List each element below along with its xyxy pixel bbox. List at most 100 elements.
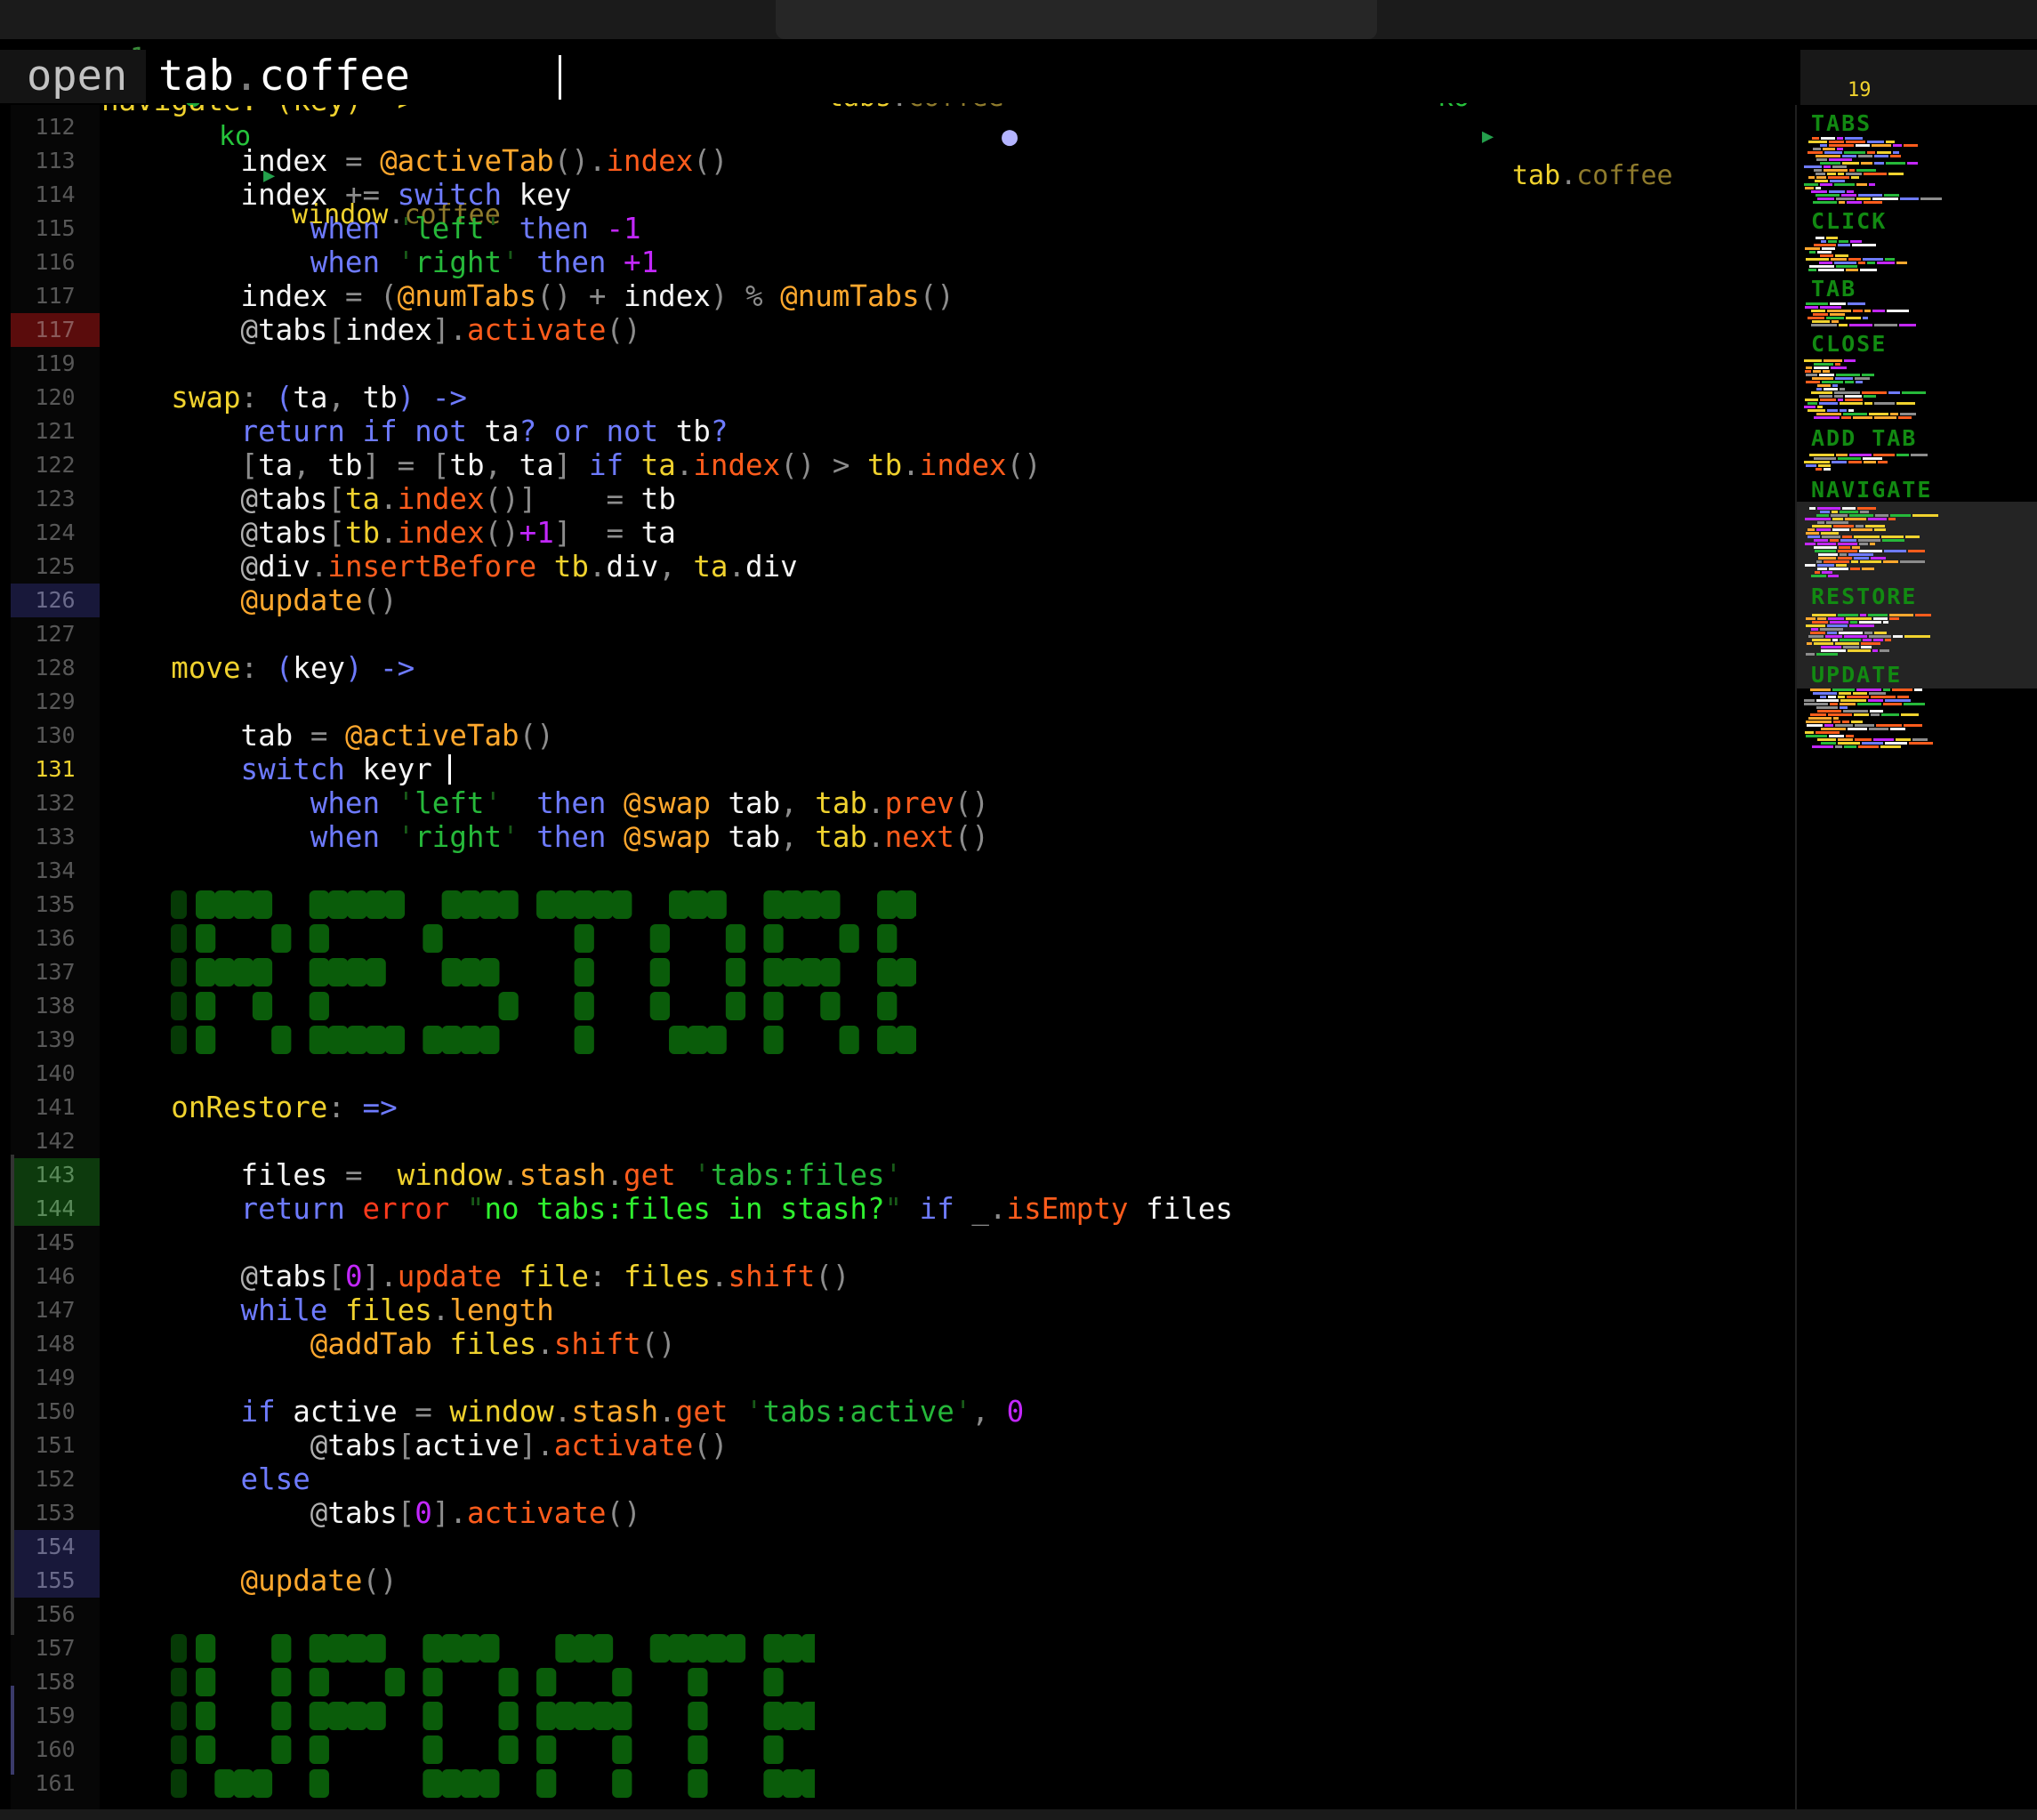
code-token: tb: [675, 415, 711, 448]
banner-pixel: [366, 1702, 386, 1730]
minimap-code-line: [1809, 454, 1834, 456]
minimap-code-line: [1820, 162, 1840, 165]
line-number: 134: [35, 858, 76, 883]
minimap-code-line: [1874, 528, 1886, 531]
code-line: while files.length: [101, 1293, 554, 1327]
minimap-code-line: [1833, 721, 1840, 723]
tab-tabs-coffee[interactable]: ● tabs.coffee ●: [776, 0, 1377, 152]
minimap-code-line: [1873, 738, 1894, 741]
line-number: 155: [11, 1564, 100, 1598]
command-input[interactable]: tab.coffee: [146, 50, 1793, 103]
minimap-section-label[interactable]: TAB: [1811, 276, 1856, 302]
minimap-code-line: [1812, 614, 1836, 616]
minimap-section-label[interactable]: RESTORE: [1811, 584, 1917, 609]
minimap-code-line: [1873, 617, 1888, 620]
banner-pixel: [441, 1026, 462, 1054]
line-number: 136: [35, 925, 76, 951]
code-token: tabs: [258, 482, 328, 516]
code-token: key: [293, 651, 345, 685]
minimap-code-line: [1838, 173, 1844, 175]
minimap-code-line: [1824, 169, 1848, 172]
code-line: @tabs[index].activate(): [101, 313, 641, 347]
minimap-code-line: [1816, 194, 1840, 197]
minimap-code-line: [1855, 738, 1872, 741]
code-token: +=: [344, 178, 398, 212]
line-number: 127: [35, 621, 76, 647]
banner-pixel: [171, 924, 187, 953]
minimap-section-label[interactable]: CLICK: [1811, 208, 1887, 234]
code-editor[interactable]: navigate: (key) -> index = @activeTab().…: [101, 105, 1791, 1809]
code-token: [: [327, 1260, 345, 1293]
banner-pixel: [171, 1769, 187, 1798]
banner-pixel: [479, 1026, 500, 1054]
minimap[interactable]: TABS CLICK TAB CLOSE ADD TAB NAVIGATE RESTORE U…: [1795, 105, 2037, 1809]
minimap-code-line: [1830, 539, 1839, 542]
minimap-code-line: [1827, 624, 1848, 627]
minimap-code-line: [1816, 176, 1826, 179]
code-token: @swap: [624, 786, 729, 820]
minimap-code-line: [1814, 546, 1837, 549]
minimap-code-line: [1847, 696, 1869, 698]
minimap-section-label[interactable]: NAVIGATE: [1811, 477, 1932, 503]
code-token: ].: [431, 1496, 467, 1530]
line-number: 124: [35, 519, 76, 545]
minimap-code-line: [1839, 692, 1851, 695]
code-token: files: [624, 1260, 711, 1293]
code-token: .: [658, 1395, 676, 1429]
code-token: (): [640, 1327, 676, 1361]
minimap-code-line: [1860, 269, 1877, 271]
banner-pixel: [612, 1668, 632, 1696]
minimap-code-line: [1811, 190, 1827, 193]
minimap-code-line: [1838, 550, 1857, 552]
minimap-code-line: [1838, 543, 1857, 545]
minimap-code-line: [1824, 468, 1831, 471]
code-token: ,: [658, 550, 694, 584]
banner-pixel: [801, 1702, 815, 1730]
minimap-section-label[interactable]: UPDATE: [1811, 662, 1902, 688]
minimap-code-line: [1896, 402, 1915, 405]
minimap-code-line: [1824, 359, 1842, 362]
code-token: tab: [728, 786, 781, 820]
tab-tab-coffee[interactable]: ● ko ▶ tab.coffee: [1379, 0, 2037, 191]
code-line: move: (key) ->: [101, 651, 415, 685]
minimap-code-line: [1806, 653, 1815, 656]
code-token: [: [327, 313, 345, 347]
minimap-code-line: [1811, 391, 1832, 394]
minimap-code-line: [1821, 646, 1841, 648]
minimap-code-line: [1864, 201, 1882, 204]
code-token: if: [588, 448, 641, 482]
minimap-section-label[interactable]: TABS: [1811, 110, 1872, 136]
banner-pixel: [839, 1026, 859, 1054]
banner-pixel: [460, 890, 481, 919]
code-token: [: [397, 1429, 415, 1462]
minimap-code-line: [1864, 461, 1876, 463]
minimap-code-line: [1848, 409, 1854, 412]
minimap-code-line: [1840, 539, 1856, 542]
minimap-code-line: [1859, 543, 1868, 545]
tab-window-coffee[interactable]: 1 ● ko ▶ window.coffee: [0, 0, 774, 230]
code-token: ': [502, 820, 537, 854]
minimap-code-line: [1806, 532, 1819, 535]
banner-pixel: [574, 1026, 594, 1054]
code-token: ].: [519, 1429, 554, 1462]
banner-pixel: [252, 992, 273, 1020]
minimap-section-label[interactable]: CLOSE: [1811, 331, 1887, 357]
code-token: =: [310, 719, 345, 753]
minimap-code-line: [1874, 416, 1896, 419]
code-token: files: [449, 1327, 537, 1361]
code-token: ) %: [710, 279, 781, 313]
banner-pixel: [498, 992, 519, 1020]
minimap-code-line: [1821, 728, 1846, 730]
minimap-code-line: [1904, 635, 1930, 638]
code-token: ].: [431, 313, 467, 347]
minimap-code-line: [1904, 703, 1925, 705]
minimap-code-line: [1806, 735, 1827, 737]
minimap-code-line: [1806, 302, 1828, 305]
minimap-code-line: [1819, 374, 1834, 376]
code-token: tabs: [258, 516, 328, 550]
code-token: if: [919, 1192, 972, 1226]
banner-pixel: [877, 890, 898, 919]
minimap-code-line: [1872, 310, 1885, 312]
minimap-section-label[interactable]: ADD TAB: [1811, 425, 1917, 451]
minimap-code-line: [1854, 536, 1880, 538]
